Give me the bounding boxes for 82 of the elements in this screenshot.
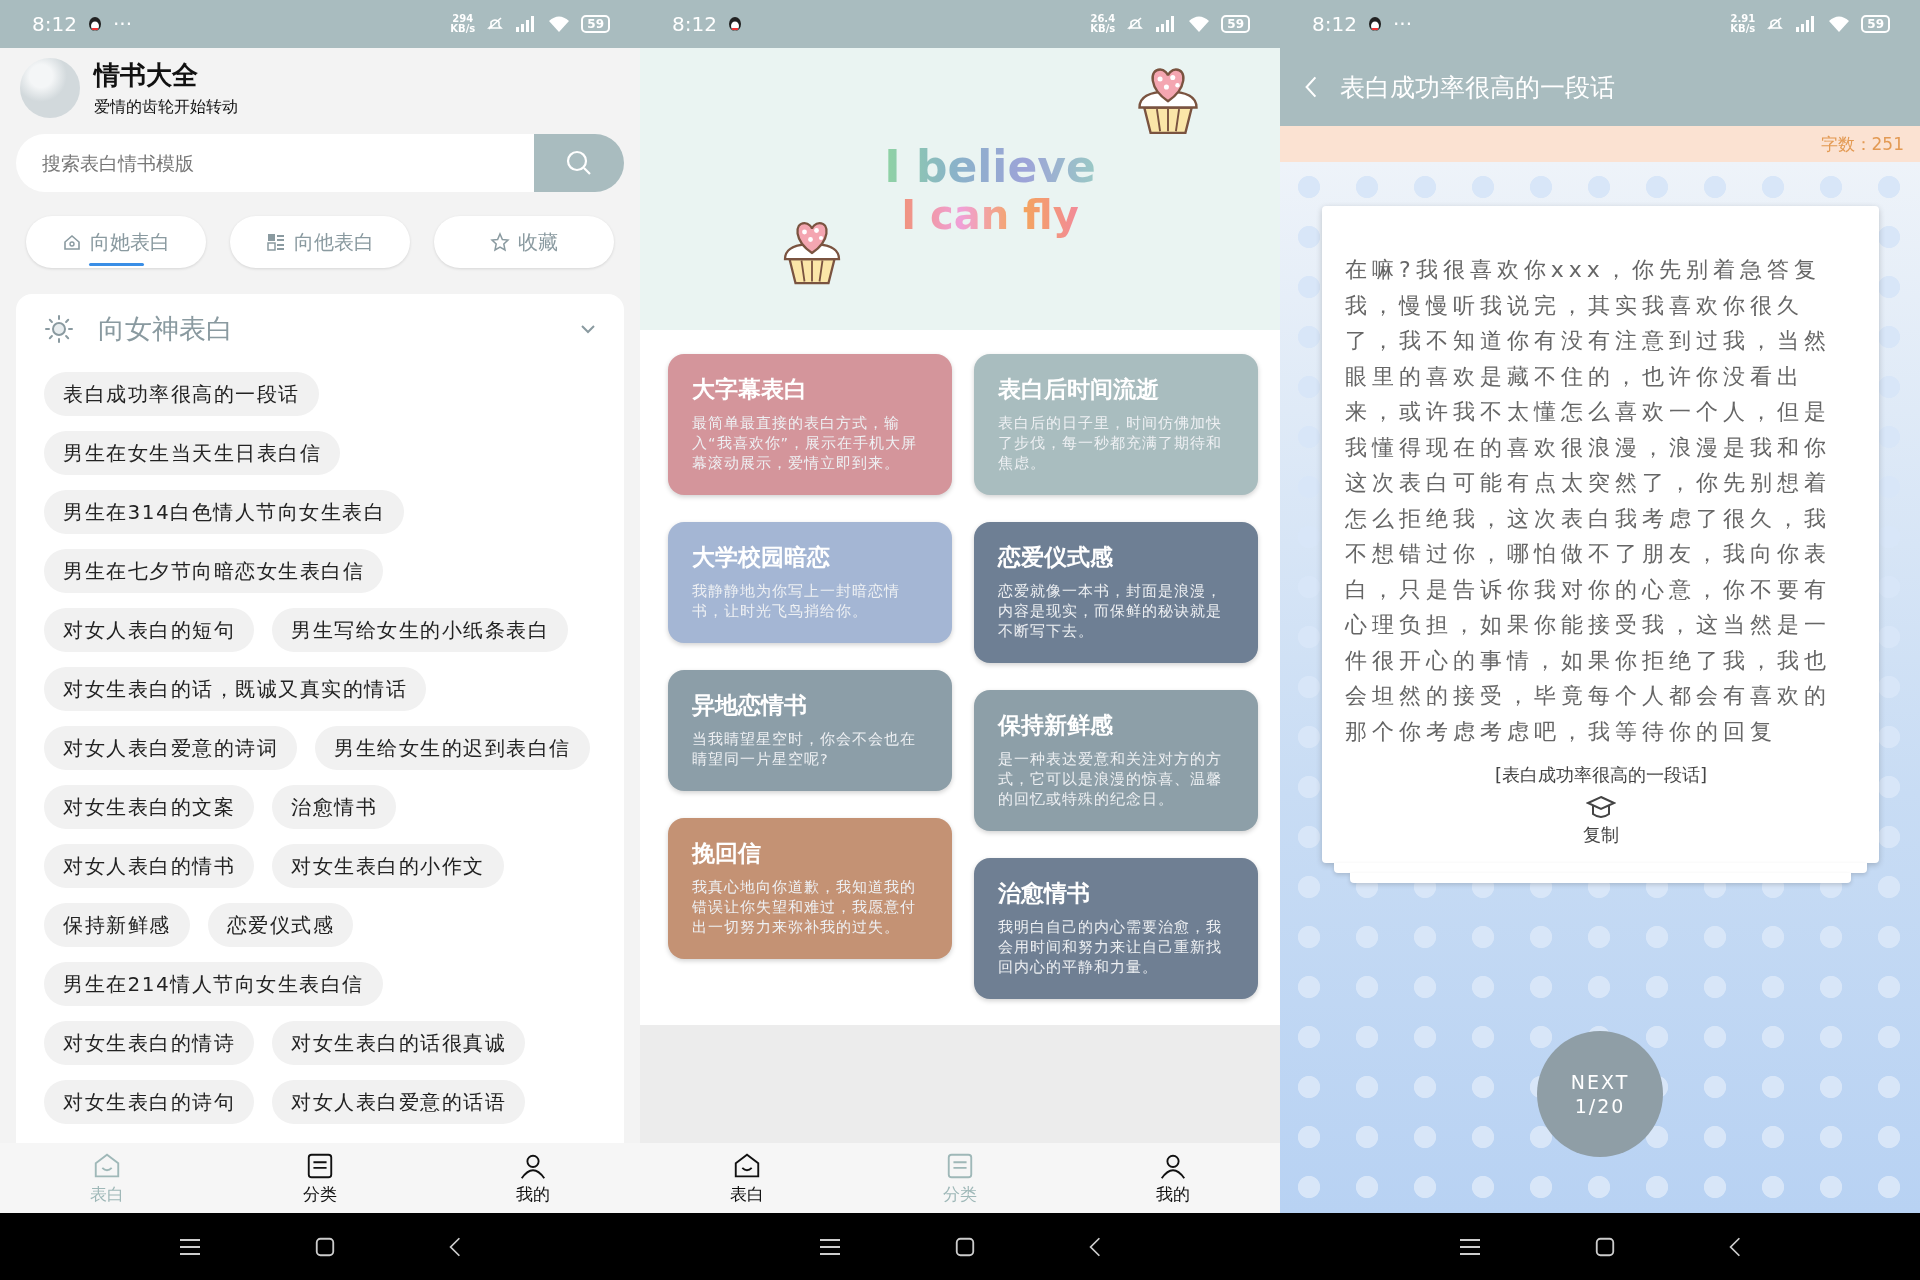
penguin-icon [726, 15, 743, 33]
card-description: 最简单最直接的表白方式，输入“我喜欢你”，展示在手机大屏幕滚动展示，爱情立即到来。 [692, 414, 919, 473]
copy-button[interactable]: 复制 [1583, 795, 1619, 847]
nav-tab[interactable]: 分类 [213, 1143, 427, 1213]
menu-icon[interactable] [818, 1236, 842, 1257]
search-field[interactable]: 搜索表白情书模版 [16, 134, 534, 192]
status-time: 8:12 [32, 12, 77, 36]
menu-icon[interactable] [1458, 1236, 1482, 1257]
topic-chip[interactable]: 恋爱仪式感 [207, 903, 353, 947]
back-icon[interactable] [1728, 1235, 1742, 1258]
sun-icon [44, 314, 74, 344]
app-title: 情书大全 [94, 59, 199, 92]
wifi-icon [547, 15, 572, 33]
card-title: 保持新鲜感 [998, 711, 1114, 740]
card-title: 挽回信 [692, 839, 762, 868]
topic-chip[interactable]: 男生在214情人节向女生表白信 [44, 962, 383, 1006]
category-card[interactable]: 治愈情书 我明白自己的内心需要治愈，我会用时间和努力来让自己重新找回内心的平静和力量。 [974, 858, 1258, 999]
topic-chip[interactable]: 男生给女生的迟到表白信 [315, 726, 590, 770]
nav-tab[interactable]: 表白 [640, 1143, 854, 1213]
topic-chip[interactable]: 男生在314白色情人节向女生表白 [44, 490, 405, 534]
topic-chip[interactable]: 对女人表白的短句 [44, 608, 254, 652]
topic-chip[interactable]: 治愈情书 [272, 785, 396, 829]
card-title: 治愈情书 [998, 879, 1091, 908]
topic-chip[interactable]: 对女人表白的情书 [44, 844, 254, 888]
penguin-icon [1366, 15, 1383, 33]
topic-chip[interactable]: 对女人表白爱意的话语 [272, 1080, 525, 1124]
battery-level: 59 [581, 15, 610, 33]
letter-text: 在嘛?我很喜欢你xxx，你先别着急答复我，慢慢听我说完，其实我喜欢你很久了，我不知道你有没有注意到过我，当然眼里的喜欢是藏不住的，也许你没看出来，或许我不太懂怎么喜欢一个人，但是我懂得现在的喜欢很浪漫，浪漫是我和你这次表白可能有点太突然了，你先别想着怎么拒绝我，这次表白我考虑了很久，我不想错过你，哪怕做不了朋友，我向你表白，只是告诉你我对你的心意，你不要有心理负担，如果你能接受我，这当然是一件很开心的事情，如果你拒绝了我，我也会坦然的接受，毕竟每个人都会有喜欢的那个你考虑考虑吧，我等待你的回复 [1345, 256, 1832, 746]
network-speed: 2.91 KB/s [1730, 14, 1756, 34]
topic-chip[interactable]: 对女生表白的情诗 [44, 1021, 254, 1065]
topic-chip[interactable]: 对女生表白的话，既诚又真实的情话 [44, 667, 426, 711]
topic-chip[interactable]: 对女生表白的诗句 [44, 1080, 254, 1124]
wifi-icon [1187, 15, 1212, 33]
menu-icon[interactable] [178, 1236, 202, 1257]
home-square-icon[interactable] [314, 1235, 336, 1258]
more-dots: ··· [1392, 12, 1412, 36]
category-card[interactable]: 恋爱仪式感 恋爱就像一本书，封面是浪漫，内容是现实，而保鲜的秘诀就是不断写下去。 [974, 522, 1258, 663]
topic-chip[interactable]: 表白成功率很高的一段话 [44, 372, 319, 416]
letter-caption: [表白成功率很高的一段话] [1494, 763, 1707, 787]
topic-chip[interactable]: 男生写给女生的小纸条表白 [272, 608, 568, 652]
topic-chip[interactable]: 对女人表白爱意的诗词 [44, 726, 297, 770]
card-title: 表白后时间流逝 [998, 375, 1160, 404]
card-description: 恋爱就像一本书，封面是浪漫，内容是现实，而保鲜的秘诀就是不断写下去。 [998, 582, 1223, 641]
wifi-icon [1827, 15, 1852, 33]
back-icon[interactable] [1088, 1235, 1102, 1258]
card-title: 大学校园暗恋 [692, 543, 831, 572]
topic-chip[interactable]: 保持新鲜感 [44, 903, 190, 947]
card-description: 当我睛望星空时，你会不会也在睛望同一片星空呢? [692, 730, 917, 769]
search-icon [565, 149, 593, 177]
topic-chip[interactable]: 对女生表白的小作文 [272, 844, 504, 888]
topic-chip[interactable]: 男生在七夕节向暗恋女生表白信 [44, 549, 383, 593]
page-title: 表白成功率很高的一段话 [1340, 71, 1615, 104]
card-title: 异地恋情书 [692, 691, 808, 720]
battery-level: 59 [1861, 15, 1890, 33]
penguin-icon [86, 15, 103, 33]
card-description: 我静静地为你写上一封暗恋情书，让时光飞鸟捎给你。 [692, 582, 901, 621]
card-description: 我真心地向你道歉，我知道我的错误让你失望和难过，我愿意付出一切努力来弥补我的过失。 [692, 878, 917, 937]
star-icon [490, 232, 510, 252]
home-square-icon[interactable] [1594, 1235, 1616, 1258]
nav-tab[interactable]: 我的 [1066, 1143, 1280, 1213]
card-title: 大字幕表白 [692, 375, 808, 404]
home-square-icon[interactable] [954, 1235, 976, 1258]
network-speed: 26.4 KB/s [1090, 14, 1116, 34]
card-description: 是一种表达爱意和关注对方的方式，它可以是浪漫的惊喜、温馨的回忆或特殊的纪念日。 [998, 750, 1223, 809]
status-time: 8:12 [672, 12, 717, 36]
topic-chip[interactable]: 男生在女生当天生日表白信 [44, 431, 340, 475]
section-title: 向女神表白 [98, 312, 234, 346]
word-count: 字数：251 [1820, 132, 1904, 156]
nav-tab[interactable]: 我的 [426, 1143, 640, 1213]
cap-icon [1586, 795, 1616, 821]
card-description: 我明白自己的内心需要治愈，我会用时间和努力来让自己重新找回内心的平静和力量。 [998, 918, 1223, 977]
house-icon [62, 232, 82, 252]
network-speed: 294 KB/s [450, 14, 476, 34]
status-time: 8:12 [1312, 12, 1357, 36]
back-icon[interactable] [448, 1235, 462, 1258]
battery-level: 59 [1221, 15, 1250, 33]
more-dots: ··· [112, 12, 132, 36]
topic-chip[interactable]: 对女生表白的话很真诚 [272, 1021, 525, 1065]
card-title: 恋爱仪式感 [998, 543, 1114, 572]
app-subtitle: 爱情的齿轮开始转动 [94, 97, 238, 118]
grid-icon [266, 232, 286, 252]
topic-chip[interactable]: 对女生表白的文案 [44, 785, 254, 829]
